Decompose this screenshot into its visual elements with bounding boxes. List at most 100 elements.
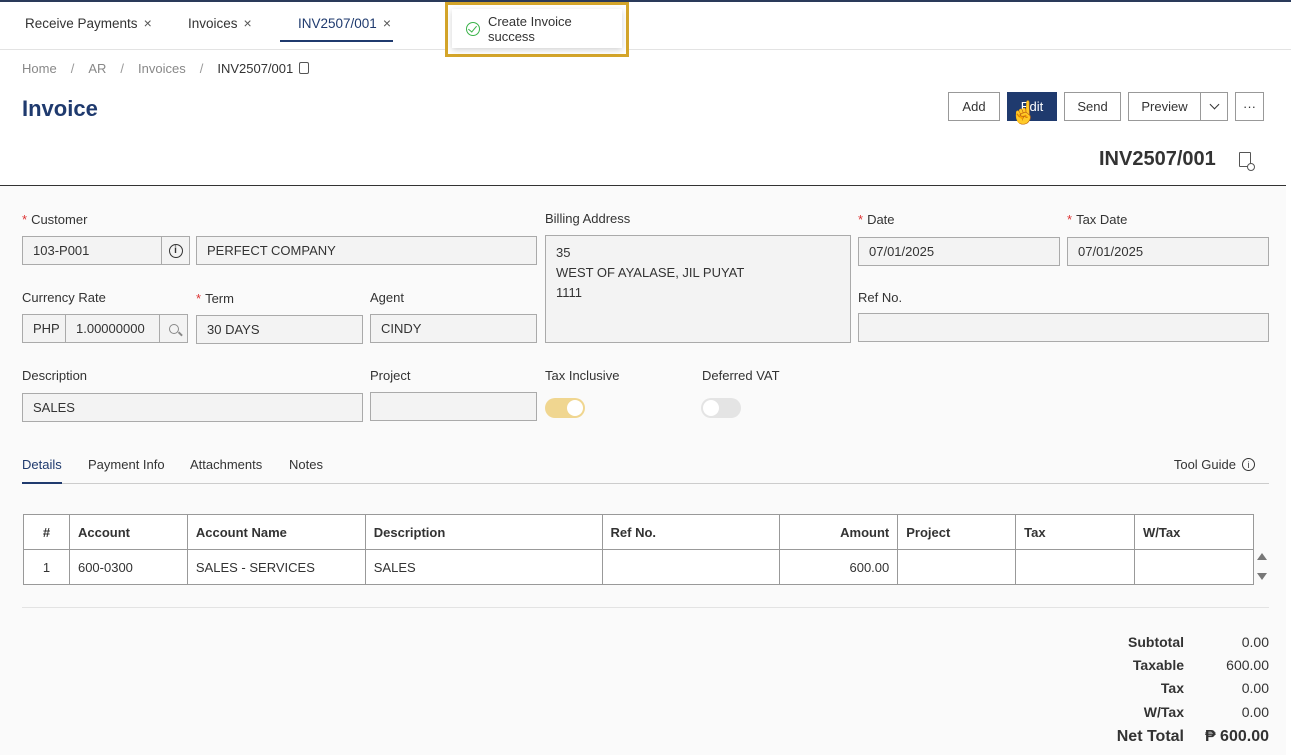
tax-date-label: * Tax Date xyxy=(1067,212,1128,227)
customer-code-field[interactable]: 103-P001 xyxy=(22,236,162,265)
table-cell[interactable]: SALES - SERVICES xyxy=(186,549,366,585)
tab-label: INV2507/001 xyxy=(298,16,377,31)
document-number: INV2507/001 xyxy=(1099,148,1216,170)
table-row[interactable]: 1 600-0300 SALES - SERVICES SALES 600.00 xyxy=(23,549,1254,585)
tab-notes[interactable]: Notes xyxy=(289,457,323,472)
detail-tabs: Details Payment Info Attachments Notes T… xyxy=(22,456,1269,484)
table-cell[interactable] xyxy=(601,549,781,585)
scroll-up-arrow-icon[interactable] xyxy=(1257,553,1267,560)
date-label: * Date xyxy=(858,212,895,227)
term-field[interactable]: 30 DAYS xyxy=(196,315,363,344)
column-header: Project xyxy=(897,514,1017,550)
check-circle-icon xyxy=(466,21,480,36)
breadcrumb-current: INV2507/001 xyxy=(217,61,294,76)
table-header-row: # Account Account Name Description Ref N… xyxy=(23,514,1254,550)
breadcrumb-separator: / xyxy=(70,61,75,76)
project-label: Project xyxy=(370,368,411,383)
success-toast: Create Invoice success xyxy=(452,9,622,48)
project-field[interactable] xyxy=(370,392,537,421)
tax-inclusive-label: Tax Inclusive xyxy=(545,368,620,383)
info-icon: i xyxy=(168,243,183,258)
customer-name-field[interactable]: PERFECT COMPANY xyxy=(196,236,537,265)
close-icon[interactable]: × xyxy=(383,16,391,30)
tab-inv2507-001[interactable]: INV2507/001 × xyxy=(280,16,393,44)
breadcrumb-separator: / xyxy=(199,61,204,76)
breadcrumb-invoices[interactable]: Invoices xyxy=(138,61,186,76)
net-total-label: Net Total xyxy=(1116,728,1184,745)
scroll-down-arrow-icon[interactable] xyxy=(1257,573,1267,580)
breadcrumb-ar[interactable]: AR xyxy=(88,61,106,76)
table-cell[interactable] xyxy=(1015,549,1136,585)
ref-no-field[interactable] xyxy=(858,313,1269,342)
tax-value: 0.00 xyxy=(1241,680,1269,696)
tab-attachments[interactable]: Attachments xyxy=(190,457,262,472)
date-field[interactable]: 07/01/2025 xyxy=(858,237,1060,266)
copy-icon[interactable] xyxy=(299,62,310,74)
billing-line: WEST OF AYALASE, JIL PUYAT xyxy=(556,265,745,280)
column-header: Account Name xyxy=(186,514,366,550)
agent-label: Agent xyxy=(370,290,404,305)
currency-search-button[interactable] xyxy=(159,314,188,343)
column-header: Description xyxy=(364,514,603,550)
table-cell[interactable] xyxy=(1134,549,1254,585)
deferred-vat-toggle[interactable] xyxy=(701,398,741,418)
tab-details[interactable]: Details xyxy=(22,457,62,484)
page-title: Invoice xyxy=(22,96,98,121)
description-label: Description xyxy=(22,368,88,383)
breadcrumb: Home / AR / Invoices / INV2507/001 xyxy=(22,61,310,76)
table-cell[interactable]: 600.00 xyxy=(779,549,899,585)
detail-table: # Account Account Name Description Ref N… xyxy=(23,514,1254,585)
preview-button[interactable]: Preview xyxy=(1128,92,1201,121)
tax-date-field[interactable]: 07/01/2025 xyxy=(1067,237,1269,266)
tab-payment-info[interactable]: Payment Info xyxy=(88,457,165,472)
net-total-value: ₱ 600.00 xyxy=(1204,728,1269,745)
close-icon[interactable]: × xyxy=(144,16,152,30)
table-cell[interactable]: SALES xyxy=(364,549,603,585)
subtotal-value: 0.00 xyxy=(1241,634,1269,650)
currency-code-field[interactable]: PHP xyxy=(22,314,66,343)
billing-line: 1111 xyxy=(556,285,583,300)
close-icon[interactable]: × xyxy=(244,16,252,30)
agent-field[interactable]: CINDY xyxy=(370,314,537,343)
taxable-label: Taxable xyxy=(1132,657,1184,673)
subtotal-label: Subtotal xyxy=(1128,634,1184,650)
tab-receive-payments[interactable]: Receive Payments × xyxy=(25,16,152,44)
table-cell[interactable] xyxy=(897,549,1017,585)
tab-invoices[interactable]: Invoices × xyxy=(188,16,252,44)
billing-address-textarea[interactable]: 35 WEST OF AYALASE, JIL PUYAT 1111 xyxy=(545,235,851,343)
currency-rate-label: Currency Rate xyxy=(22,290,106,305)
toggle-knob xyxy=(703,400,719,416)
breadcrumb-separator: / xyxy=(120,61,124,76)
tax-label: Tax xyxy=(1160,680,1184,696)
table-cell[interactable]: 600-0300 xyxy=(68,549,188,585)
tab-label: Receive Payments xyxy=(25,16,138,31)
customer-info-button[interactable]: i xyxy=(161,236,190,265)
deferred-vat-label: Deferred VAT xyxy=(702,368,780,383)
send-button[interactable]: Send xyxy=(1064,92,1121,121)
tab-bar: Receive Payments × Invoices × INV2507/00… xyxy=(0,2,1291,50)
column-header: Tax xyxy=(1015,514,1136,550)
currency-rate-field[interactable]: 1.00000000 xyxy=(65,314,160,343)
wtax-value: 0.00 xyxy=(1241,704,1269,720)
wtax-label: W/Tax xyxy=(1143,704,1184,720)
info-icon: i xyxy=(1242,458,1255,471)
table-cell: 1 xyxy=(23,549,70,585)
column-header: Amount xyxy=(779,514,899,550)
customer-label: * Customer xyxy=(22,212,88,227)
term-label: * Term xyxy=(196,291,234,306)
tax-inclusive-toggle[interactable] xyxy=(545,398,585,418)
description-field[interactable]: SALES xyxy=(22,393,363,422)
tab-label: Invoices xyxy=(188,16,238,31)
breadcrumb-home[interactable]: Home xyxy=(22,61,57,76)
more-button[interactable]: ··· xyxy=(1235,92,1264,121)
preview-dropdown-button[interactable] xyxy=(1200,92,1228,121)
toast-message: Create Invoice success xyxy=(487,13,572,44)
tool-guide-link[interactable]: Tool Guide i xyxy=(1174,457,1255,472)
column-header: # xyxy=(23,514,70,550)
document-search-icon[interactable] xyxy=(1239,152,1255,171)
totals-divider xyxy=(22,607,1269,608)
success-toast-highlight: Create Invoice success xyxy=(445,2,629,57)
ref-no-label: Ref No. xyxy=(858,290,903,305)
column-header: W/Tax xyxy=(1134,514,1254,550)
add-button[interactable]: Add xyxy=(948,92,1000,121)
